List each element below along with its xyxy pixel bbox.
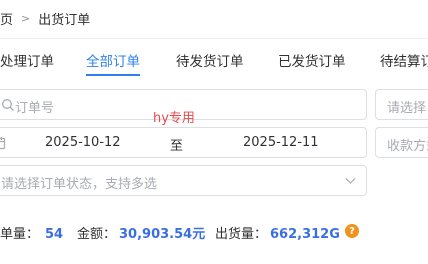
chevron-down-icon[interactable] [345, 177, 356, 185]
breadcrumb: 页 > 出货订单 [0, 9, 91, 28]
tab-processing[interactable]: 处理订单 [0, 50, 54, 70]
breadcrumb-home[interactable]: 页 [0, 9, 13, 28]
date-range-picker[interactable]: 2025-10-12 至 2025-12-11 [0, 127, 367, 158]
date-separator: 至 [170, 139, 184, 154]
calendar-icon [0, 137, 6, 150]
right-select[interactable]: 请选择 [375, 89, 428, 120]
date-start[interactable]: 2025-10-12 [45, 135, 121, 150]
date-end[interactable]: 2025-12-11 [243, 135, 319, 150]
breadcrumb-current: 出货订单 [38, 12, 91, 28]
tab-all-orders[interactable]: 全部订单 [86, 50, 140, 70]
tab-shipped[interactable]: 已发货订单 [278, 50, 346, 70]
quantity-label: 出货量： [215, 227, 268, 242]
chevron-right-icon: > [21, 11, 31, 25]
amount-label: 金额： [77, 227, 117, 242]
order-count-summary: 单量： 54 [0, 223, 63, 242]
payment-method-select[interactable]: 收款方式 [375, 127, 428, 158]
quantity-value: 662,312G [270, 227, 340, 242]
payment-method-placeholder: 收款方式 [387, 139, 428, 154]
search-icon [2, 99, 14, 111]
watermark-label: hy专用 [153, 111, 195, 126]
tab-pending-settlement[interactable]: 待结算订 [380, 50, 428, 70]
order-count-label: 单量： [0, 227, 40, 242]
amount-value: 30,903.54元 [119, 227, 206, 242]
active-tab-indicator [86, 74, 140, 76]
order-count-value: 54 [45, 227, 64, 242]
tab-pending-shipment[interactable]: 待发货订单 [176, 50, 244, 70]
order-status-select[interactable]: 请选择订单状态，支持多选 [0, 165, 367, 196]
order-status-placeholder: 请选择订单状态，支持多选 [1, 177, 158, 192]
header-divider [0, 38, 428, 39]
help-icon[interactable]: ? [345, 224, 359, 238]
order-number-placeholder: 订单号 [15, 101, 55, 116]
right-select-placeholder: 请选择 [387, 101, 427, 116]
quantity-summary: 出货量： 662,312G [215, 223, 340, 242]
amount-summary: 金额： 30,903.54元 [77, 223, 205, 242]
